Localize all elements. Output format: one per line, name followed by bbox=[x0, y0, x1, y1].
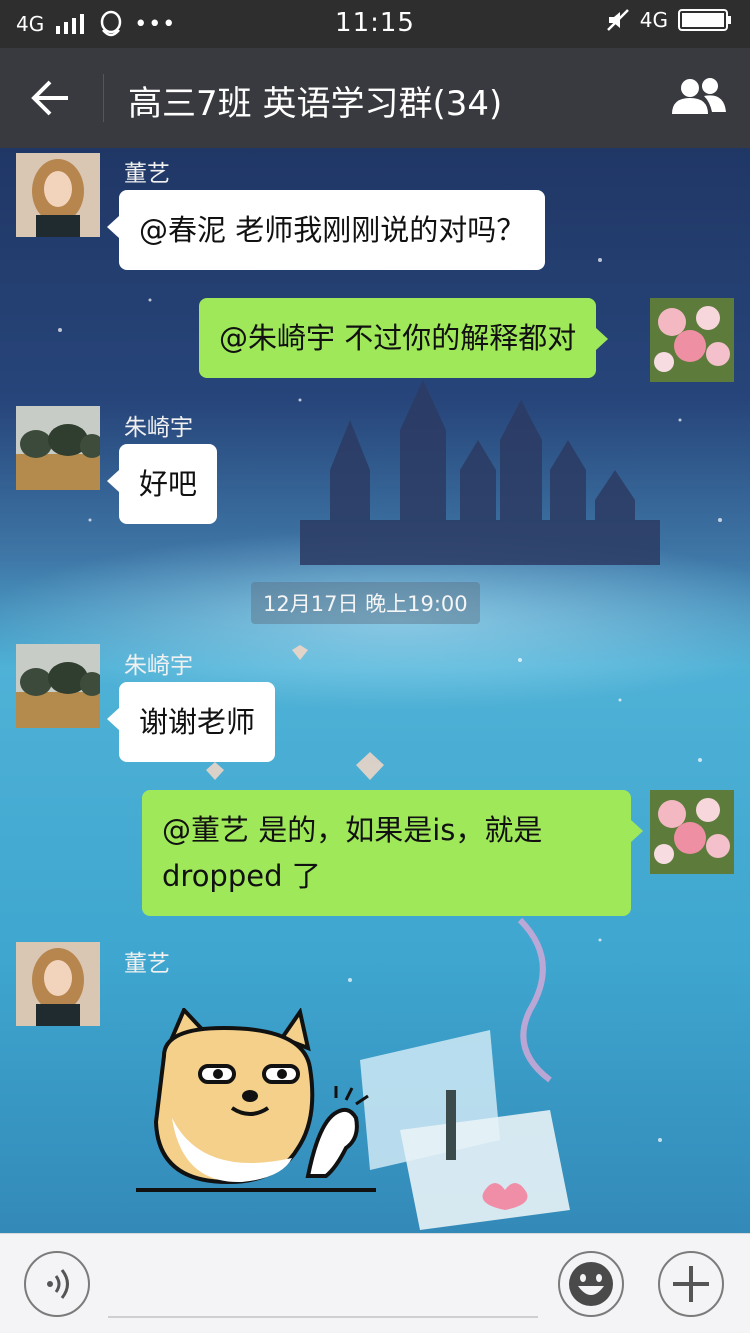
sender-name: 董艺 bbox=[124, 161, 170, 187]
message-text: @春泥 老师我刚刚说的对吗？ bbox=[139, 213, 526, 247]
smiley-icon bbox=[569, 1262, 613, 1306]
group-members-button[interactable] bbox=[668, 74, 730, 122]
message-timestamp: 12月17日 晚上19:00 bbox=[251, 582, 480, 624]
mobile-data-label: 4G bbox=[639, 8, 668, 32]
back-arrow-icon bbox=[31, 80, 68, 116]
avatar-landscape-icon bbox=[16, 406, 100, 490]
avatar-girl-icon bbox=[16, 942, 100, 1026]
avatar-zhuqiyu[interactable] bbox=[16, 644, 100, 728]
chat-title: 高三7班 英语学习群(34) bbox=[128, 84, 503, 124]
sender-name: 董艺 bbox=[124, 951, 170, 977]
mute-icon bbox=[606, 9, 629, 31]
status-bar-right: 4G bbox=[606, 8, 732, 32]
message-text: @朱崎宇 不过你的解释都对 bbox=[219, 321, 577, 355]
back-button[interactable] bbox=[22, 73, 82, 123]
message-text: 谢谢老师 bbox=[139, 705, 256, 739]
message-bubble-outgoing[interactable]: @董艺 是的，如果是is，就是 dropped 了 bbox=[142, 790, 643, 916]
title-divider bbox=[103, 74, 104, 122]
message-input[interactable] bbox=[108, 1252, 538, 1318]
avatar-self[interactable] bbox=[650, 790, 734, 874]
message-bubble-outgoing[interactable]: @朱崎宇 不过你的解释都对 bbox=[199, 298, 609, 378]
message-text-line: @董艺 是的，如果是is，就是 bbox=[162, 813, 543, 847]
sender-name: 朱崎宇 bbox=[124, 653, 193, 679]
avatar-landscape-icon bbox=[16, 644, 100, 728]
battery-icon bbox=[678, 9, 731, 31]
doge-thumbs-up-sticker[interactable] bbox=[132, 1008, 382, 1198]
avatar-dongyi[interactable] bbox=[16, 942, 100, 1026]
title-bar: 高三7班 英语学习群(34) bbox=[0, 48, 750, 148]
plus-icon bbox=[673, 1266, 709, 1302]
chat-message-list[interactable]: 董艺 @春泥 老师我刚刚说的对吗？ @朱崎宇 不过你的解释都对 朱崎宇 好吧 1… bbox=[0, 148, 750, 1233]
group-members-icon bbox=[672, 78, 726, 114]
voice-icon bbox=[47, 1269, 69, 1299]
emoji-button[interactable] bbox=[558, 1251, 624, 1317]
voice-input-button[interactable] bbox=[24, 1251, 90, 1317]
avatar-zhuqiyu[interactable] bbox=[16, 406, 100, 490]
message-bubble-incoming[interactable]: @春泥 老师我刚刚说的对吗？ bbox=[106, 190, 546, 270]
avatar-roses-icon bbox=[650, 790, 734, 874]
input-bar bbox=[0, 1233, 750, 1333]
avatar-dongyi[interactable] bbox=[16, 153, 100, 237]
avatar-self[interactable] bbox=[650, 298, 734, 382]
message-text-line: dropped 了 bbox=[162, 859, 321, 893]
more-actions-button[interactable] bbox=[658, 1251, 724, 1317]
message-bubble-incoming[interactable]: 好吧 bbox=[106, 444, 218, 524]
sender-name: 朱崎宇 bbox=[124, 415, 193, 441]
avatar-girl-icon bbox=[16, 153, 100, 237]
message-bubble-incoming[interactable]: 谢谢老师 bbox=[106, 682, 276, 762]
status-bar: 4G ••• 11:15 4G bbox=[0, 0, 750, 48]
message-text: 好吧 bbox=[139, 467, 198, 501]
avatar-roses-icon bbox=[650, 298, 734, 382]
